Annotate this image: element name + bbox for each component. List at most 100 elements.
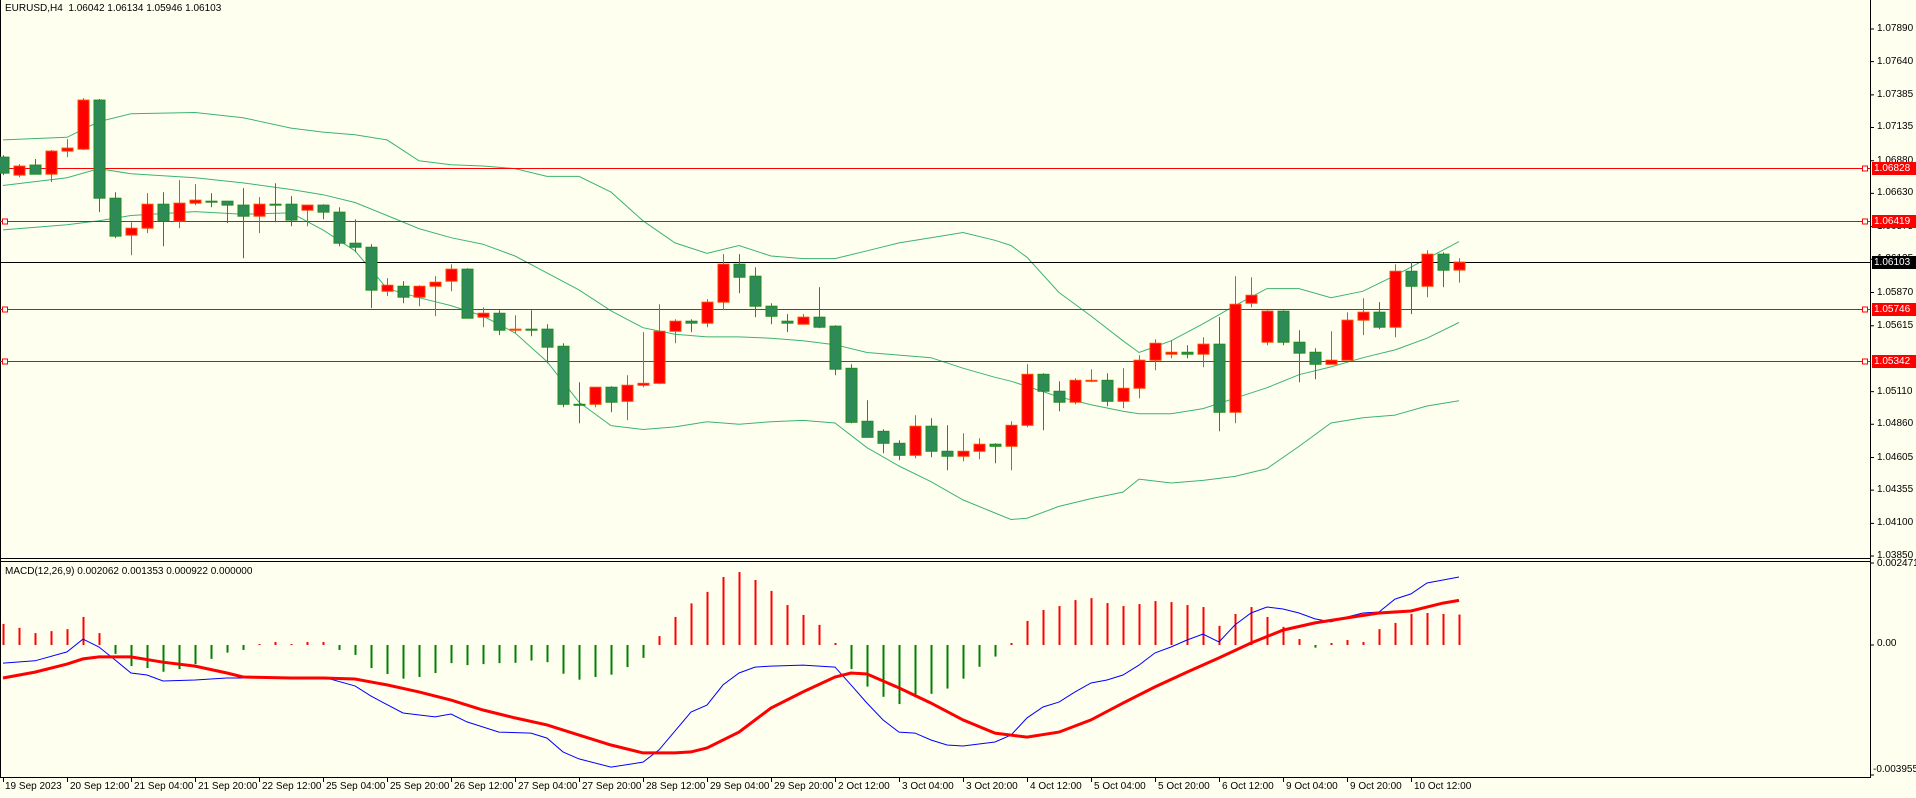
- macd-histogram-bar: [34, 633, 37, 645]
- macd-histogram-bar: [674, 616, 677, 645]
- time-tick-label: 22 Sep 12:00: [262, 781, 322, 792]
- candle-bearish: [365, 244, 378, 309]
- macd-histogram-bar: [882, 645, 885, 697]
- candle-bullish: [637, 332, 650, 388]
- candle-bullish: [381, 278, 394, 297]
- macd-histogram-bar: [1106, 603, 1109, 645]
- candle-body: [813, 316, 826, 328]
- time-tick-label: 28 Sep 12:00: [646, 781, 706, 792]
- price-tick-label: 1.07640: [1877, 55, 1914, 67]
- candle-bearish: [845, 364, 858, 424]
- price-tick-label: 1.04860: [1877, 418, 1914, 430]
- candle-body: [893, 442, 906, 456]
- candle-body: [109, 197, 122, 237]
- candle-bearish: [1213, 317, 1226, 432]
- candle-body: [1261, 310, 1274, 343]
- macd-axis-zero: 0.00: [1877, 638, 1897, 649]
- macd-axis-bottom: -0.003955: [1873, 764, 1916, 775]
- candle-bullish: [189, 184, 202, 206]
- candle-body: [205, 200, 218, 203]
- macd-histogram-bar: [754, 579, 757, 645]
- macd-histogram-bar: [1122, 606, 1125, 645]
- candle-body: [557, 345, 570, 405]
- candle-bearish: [1293, 330, 1306, 383]
- time-tick-label: 2 Oct 12:00: [838, 781, 890, 792]
- macd-histogram-bar: [562, 645, 565, 674]
- macd-histogram-bar: [578, 645, 581, 680]
- candle-bearish: [861, 400, 874, 438]
- macd-histogram-bar: [1186, 605, 1189, 645]
- macd-histogram-bar: [226, 645, 229, 653]
- level-right-handle: [1862, 306, 1868, 313]
- level-right-handle: [1862, 165, 1868, 172]
- candle-body: [189, 199, 202, 204]
- candle-bearish: [1101, 373, 1114, 407]
- candle-bearish: [989, 443, 1002, 464]
- candle-body: [77, 99, 90, 150]
- price-tick-label: 1.04100: [1877, 517, 1914, 529]
- time-tick-label: 20 Sep 12:00: [70, 781, 130, 792]
- candle-body: [733, 263, 746, 278]
- candle-body: [653, 330, 666, 384]
- candle-body: [1421, 253, 1434, 287]
- candle-bullish: [1453, 258, 1466, 283]
- time-tick-label: 5 Oct 04:00: [1094, 781, 1146, 792]
- symbol-header: EURUSD,H4 1.06042 1.06134 1.05946 1.0610…: [5, 3, 221, 14]
- candle-body: [957, 450, 970, 457]
- candle-bullish: [429, 276, 442, 317]
- candle-body: [1213, 343, 1226, 413]
- candle-bearish: [1373, 302, 1386, 330]
- macd-histogram-bar: [898, 645, 901, 705]
- candle-body: [365, 246, 378, 291]
- macd-histogram-bar: [514, 645, 517, 663]
- candle-body: [477, 312, 490, 318]
- macd-histogram-bar: [914, 645, 917, 697]
- price-tick-label: 1.04355: [1877, 484, 1914, 496]
- axes: [3, 28, 1874, 782]
- macd-name: MACD(12,26,9): [5, 566, 75, 577]
- macd-histogram-bar: [1090, 598, 1093, 645]
- macd-histogram-bar: [306, 642, 309, 645]
- macd-histogram-bar: [66, 629, 69, 645]
- candle-body: [253, 203, 266, 217]
- macd-histogram-bar: [1154, 601, 1157, 645]
- macd-histogram-bar: [146, 645, 149, 669]
- candle-bearish: [269, 183, 282, 223]
- macd-histogram-bar: [690, 603, 693, 645]
- candle-bullish: [61, 139, 74, 158]
- candle-body: [637, 382, 650, 386]
- candle-bullish: [1245, 277, 1258, 308]
- candle-bearish: [573, 382, 586, 424]
- candle-body: [125, 227, 138, 236]
- candle-body: [1005, 424, 1018, 447]
- candle-body: [541, 328, 554, 348]
- candle-body: [461, 268, 474, 319]
- candle-body: [301, 204, 314, 211]
- candle-bearish: [0, 155, 10, 176]
- candle-bearish: [349, 219, 362, 253]
- macd-histogram-bar: [1042, 610, 1045, 645]
- macd-histogram-bar: [962, 645, 965, 679]
- chart-frame: [0, 0, 1871, 778]
- macd-histogram-bar: [818, 624, 821, 645]
- macd-histogram-bar: [322, 642, 325, 645]
- level-price-label: 1.05342: [1872, 355, 1916, 368]
- candle-body: [925, 425, 938, 452]
- candle-bearish: [109, 192, 122, 239]
- candle-bearish: [557, 343, 570, 408]
- candle-bearish: [493, 310, 506, 336]
- price-tick-label: 1.07890: [1877, 23, 1914, 34]
- time-tick-label: 9 Oct 20:00: [1350, 781, 1402, 792]
- candle-body: [749, 275, 762, 307]
- candle-body: [845, 367, 858, 423]
- candle-body: [317, 204, 330, 213]
- candle-bullish: [1357, 298, 1370, 336]
- macd-axis-top: 0.002471: [1877, 558, 1916, 569]
- macd-histogram-bar: [866, 645, 869, 687]
- macd-histogram-bar: [978, 645, 981, 667]
- candle-bullish: [1069, 378, 1082, 405]
- macd-histogram-bar: [434, 645, 437, 674]
- candle-body: [61, 147, 74, 152]
- candle-body: [349, 242, 362, 248]
- price-tick-label: 1.04605: [1877, 451, 1914, 463]
